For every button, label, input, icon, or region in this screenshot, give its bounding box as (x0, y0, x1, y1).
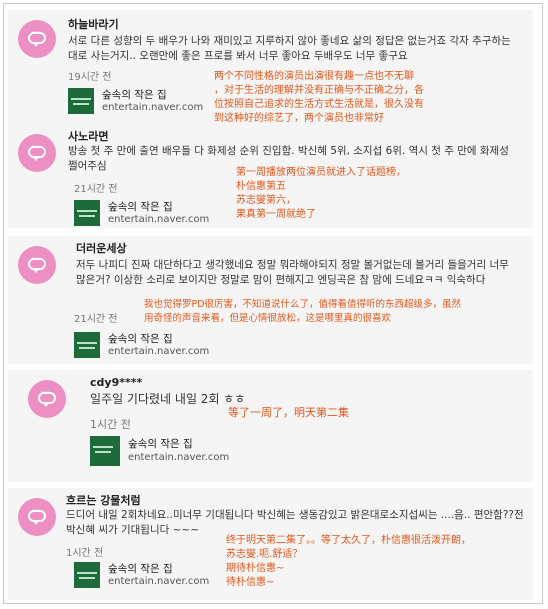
chinese-translation: 等了一周了，明天第二集 (228, 406, 349, 419)
avatar[interactable] (28, 380, 66, 418)
comment-text: 저두 나피디 진짜 대단하다고 생각했네요 정말 뭐라해야되지 정말 볼거없는데… (76, 259, 509, 286)
source-title: 숲속의 작은 집 (108, 201, 173, 213)
source-domain: entertain.naver.com (102, 102, 204, 113)
source-title: 숲속의 작은 집 (108, 333, 173, 345)
chinese-translation: 第一周播放两位演员就进入了话题榜， 朴信惠第五 苏志燮第六， 果真第一周就绝了 (236, 167, 406, 220)
source-domain: entertain.naver.com (108, 214, 210, 225)
timestamp: 1시간 전 (90, 418, 131, 431)
chat-bubble-icon (28, 142, 46, 161)
avatar[interactable] (18, 20, 56, 58)
nickname[interactable]: 하늘바라기 (68, 16, 119, 32)
nickname[interactable]: 흐르는 강물처럼 (66, 492, 141, 508)
avatar[interactable] (18, 134, 56, 172)
source-thumbnail (74, 332, 100, 358)
source-thumbnail (74, 562, 100, 588)
nickname[interactable]: cdy9**** (90, 376, 142, 389)
source-link[interactable]: 숲속의 작은 집 entertain.naver.com (90, 436, 260, 466)
source-link[interactable]: 숲속의 작은 집 entertain.naver.com (68, 88, 228, 116)
comment-card: cdy9**** 일주일 기다렸네 내일 2회 ㅎㅎ 1시간 전 숲속의 작은 … (8, 370, 533, 482)
comment-text: 일주일 기다렸네 내일 2회 ㅎㅎ (90, 392, 246, 406)
source-title: 숲속의 작은 집 (102, 89, 167, 101)
timestamp: 21시간 전 (74, 184, 118, 195)
comment-card: 하늘바라기 서로 다른 성향의 두 배우가 나와 재미있고 지루하지 않아 좋네… (8, 10, 533, 128)
timestamp: 1시간 전 (66, 548, 104, 559)
source-domain: entertain.naver.com (108, 576, 210, 587)
nickname[interactable]: 사노라면 (68, 128, 108, 144)
chat-bubble-icon (28, 28, 46, 47)
avatar[interactable] (18, 246, 56, 284)
timestamp: 19시간 전 (68, 72, 112, 83)
source-title: 숲속의 작은 집 (128, 438, 193, 450)
source-thumbnail (74, 200, 100, 226)
chinese-translation: 终于明天第二集了。。等了太久了，朴信惠很活泼开朗， 苏志燮.呃.舒适？ 期待朴信… (226, 535, 471, 588)
avatar[interactable] (18, 498, 56, 536)
chinese-translation: 两个不同性格的演员出演很有趣一点也不无聊 ，对于生活的理解并没有正确与不正确之分… (214, 71, 424, 124)
source-thumbnail (68, 88, 94, 114)
comment-text: 서로 다른 성향의 두 배우가 나와 재미있고 지루하지 않아 좋네요 삶의 정… (68, 35, 511, 62)
chat-bubble-icon (38, 388, 56, 407)
source-link[interactable]: 숲속의 작은 집 entertain.naver.com (74, 332, 224, 360)
nickname[interactable]: 더러운세상 (76, 240, 127, 256)
source-domain: entertain.naver.com (108, 346, 210, 357)
source-link[interactable]: 숲속의 작은 집 entertain.naver.com (74, 562, 224, 590)
source-thumbnail (90, 436, 120, 466)
chat-bubble-icon (28, 254, 46, 273)
source-domain: entertain.naver.com (128, 452, 230, 463)
comment-card: 흐르는 강물처럼 드디어 내일 2회차네요..미너무 기대됩니다 박신혜는 생동… (8, 488, 533, 600)
timestamp: 21시간 전 (74, 314, 118, 325)
chinese-translation: 我也觉得罗PD很厉害，不知道说什么了，值得看值得听的东西超级多，虽然 用奇怪的声… (144, 299, 462, 324)
source-title: 숲속의 작은 집 (108, 563, 173, 575)
comment-card: 사노라면 방송 첫 주 만에 출연 배우들 다 화제성 순위 진입함. 박신혜 … (8, 124, 533, 228)
source-link[interactable]: 숲속의 작은 집 entertain.naver.com (74, 200, 224, 228)
comment-card: 더러운세상 저두 나피디 진짜 대단하다고 생각했네요 정말 뭐라해야되지 정말… (8, 236, 533, 364)
chat-bubble-icon (28, 506, 46, 525)
